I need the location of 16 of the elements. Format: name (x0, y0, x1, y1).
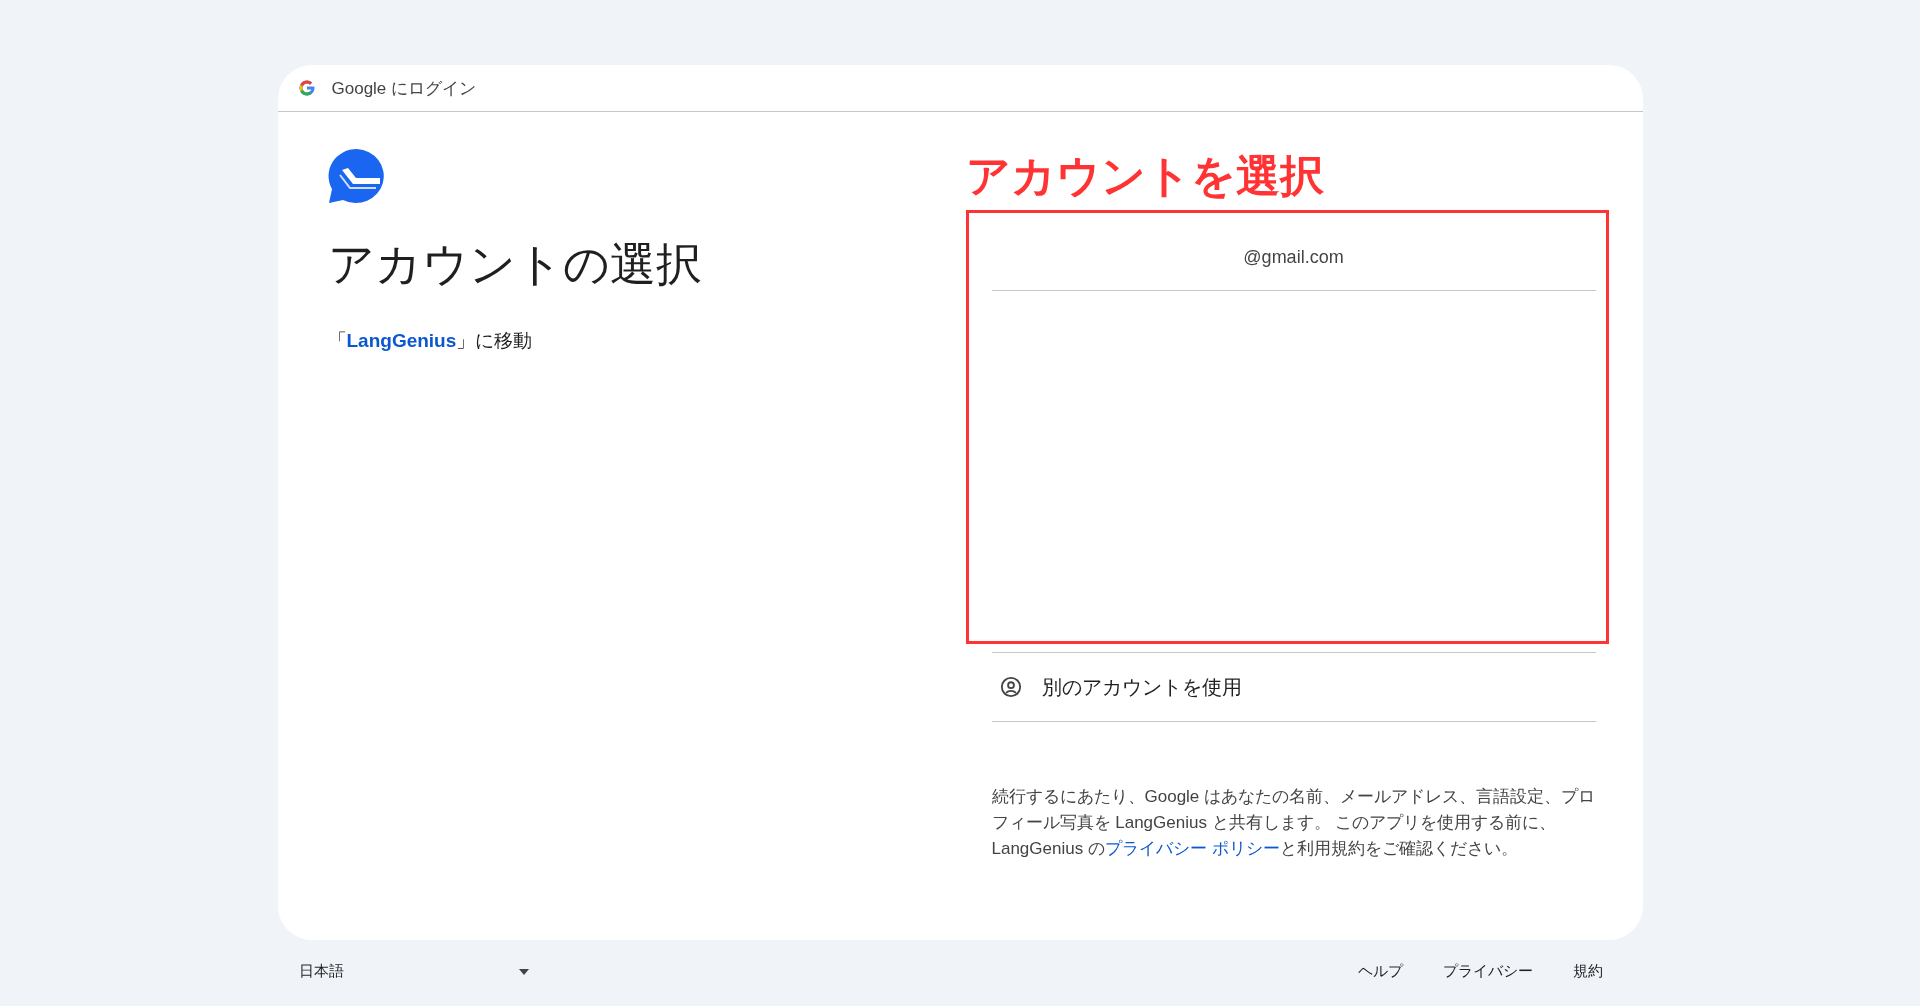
caret-down-icon (518, 968, 529, 975)
account-item[interactable]: @gmail.com (991, 213, 1596, 291)
use-another-account-item[interactable]: 別のアカウントを使用 (991, 652, 1596, 722)
language-dropdown[interactable]: 日本語 (277, 954, 529, 989)
destination-text: 「LangGenius」に移動 (327, 329, 534, 353)
consent-text: 続行するにあたり、Google はあなたの名前、メールアドレス、言語設定、プロフィール写真を LangGenius と共有します。 このアプリを使用する前に、LangGenius のプライバシー ポリシー と利用規約をご確認ください。 (991, 786, 1596, 860)
app-logo-icon (327, 148, 386, 204)
header-title: Google にログイン (331, 77, 477, 100)
user-circle-icon (999, 676, 1022, 698)
footer-link[interactable]: プライバシー (1422, 954, 1553, 989)
footer-link[interactable]: ヘルプ (1337, 954, 1423, 989)
footer-link[interactable]: 規約 (1552, 954, 1623, 989)
page-heading: アカウントの選択 (327, 237, 703, 292)
annotation-label: アカウントを選択 (965, 150, 1325, 202)
privacy-policy-link[interactable]: プライバシー ポリシー (1104, 839, 1280, 858)
google-g-icon (297, 79, 316, 97)
